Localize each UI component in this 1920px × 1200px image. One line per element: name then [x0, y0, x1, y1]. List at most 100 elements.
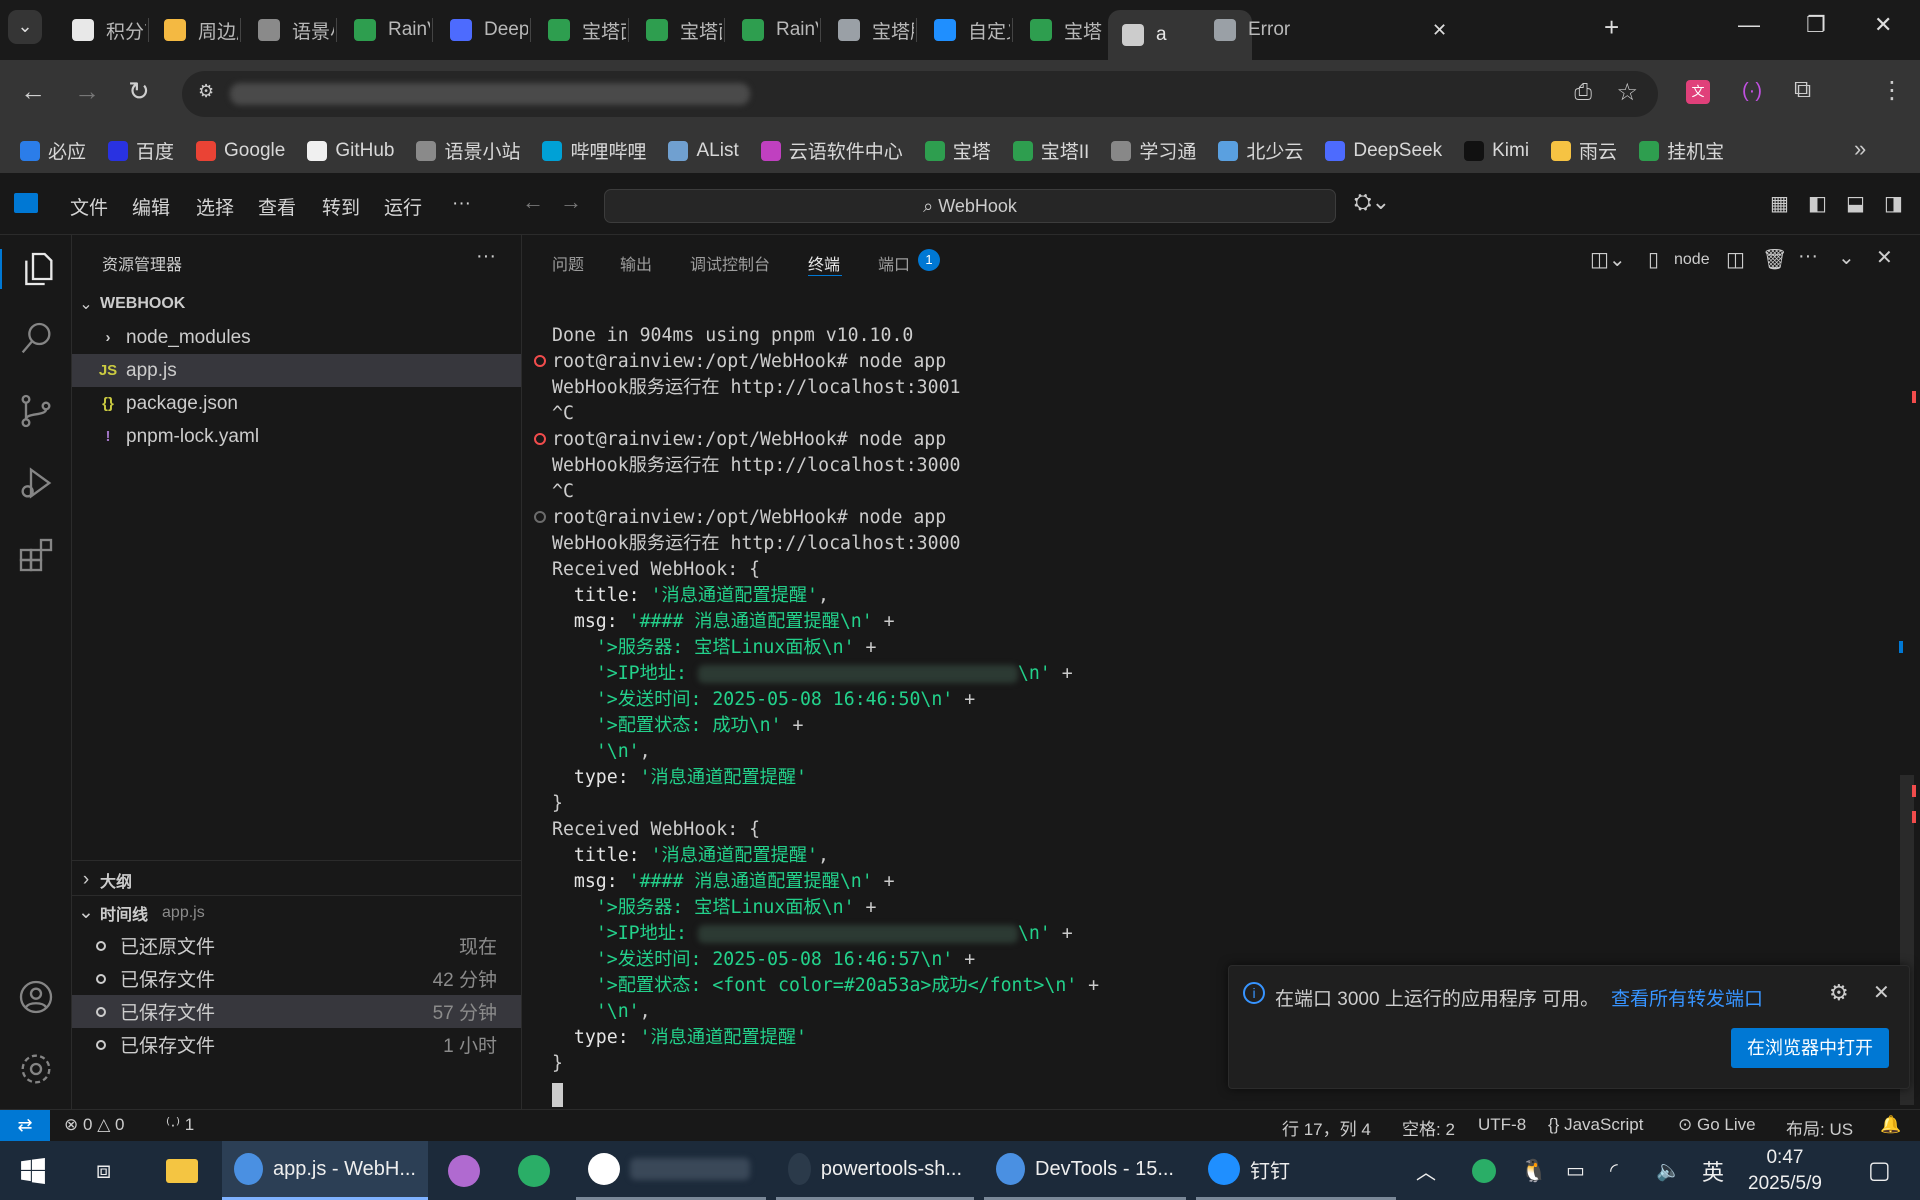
browser-tab[interactable]: #9aa0a6 Error [1200, 10, 1296, 50]
new-terminal-split-icon[interactable]: ◫⌄ [1590, 247, 1626, 272]
browser-tab[interactable]: #1f8fff 自定义 [920, 10, 1010, 50]
new-tab-button[interactable]: + [1604, 12, 1619, 43]
menu-item[interactable]: 编辑 [132, 193, 170, 220]
browser-tab[interactable]: #e8e8e8 积分商 [58, 10, 146, 50]
toggle-panel-icon[interactable]: ⬓ [1846, 191, 1865, 216]
account-icon[interactable] [16, 977, 56, 1017]
explorer-icon[interactable] [0, 249, 72, 289]
outline-section[interactable]: › 大纲 [72, 863, 521, 896]
taskbar-app[interactable] [506, 1141, 568, 1200]
keyboard-layout[interactable]: 布局: US [1786, 1115, 1853, 1140]
bookmark-item[interactable]: 云语软件中心 [760, 137, 903, 164]
menu-item[interactable]: 转到 [322, 193, 360, 220]
taskbar-app[interactable] [576, 1141, 766, 1200]
back-icon[interactable]: ← [20, 76, 46, 107]
menu-item[interactable]: ··· [452, 193, 471, 215]
tab-search-button[interactable]: ⌄ [8, 10, 42, 44]
encoding[interactable]: UTF-8 [1478, 1115, 1526, 1135]
cursor-position[interactable]: 行 17，列 4 [1282, 1115, 1371, 1140]
extension-icon[interactable]: (·) [1742, 80, 1762, 103]
wechat-tray-icon[interactable] [1460, 1141, 1508, 1200]
timeline-item[interactable]: 已保存文件 57 分钟 [72, 995, 521, 1028]
bookmark-item[interactable]: 必应 [20, 137, 86, 164]
timeline-item[interactable]: 已保存文件 1 小时 [72, 1028, 521, 1061]
file-tree-item[interactable]: JS app.js [72, 354, 521, 387]
file-tree-item[interactable]: ! pnpm-lock.yaml [72, 420, 521, 453]
menu-item[interactable]: 运行 [384, 193, 422, 220]
file-explorer-icon[interactable] [154, 1141, 210, 1200]
source-control-icon[interactable] [16, 391, 56, 431]
notification-settings-icon[interactable]: ⚙ [1829, 980, 1849, 1006]
browser-tab[interactable]: #2e9e4f RainV [728, 10, 818, 50]
file-tree-item[interactable]: {} package.json [72, 387, 521, 420]
battery-icon[interactable]: ▭ [1554, 1141, 1597, 1200]
more-bookmarks-icon[interactable]: » [1854, 136, 1866, 162]
bookmark-star-icon[interactable]: ☆ [1616, 78, 1638, 107]
menu-item[interactable]: 文件 [70, 193, 108, 220]
panel-tab[interactable]: 端口 [878, 251, 910, 275]
minimize-icon[interactable]: — [1738, 12, 1760, 38]
site-info-icon[interactable]: ⚙ [198, 81, 214, 102]
extensions-puzzle-icon[interactable]: ⧉ [1794, 76, 1811, 104]
bookmark-item[interactable]: Google [196, 140, 285, 162]
menu-item[interactable]: 选择 [196, 193, 234, 220]
bookmark-item[interactable]: 百度 [108, 137, 174, 164]
timeline-item[interactable]: 已还原文件 现在 [72, 929, 521, 962]
taskbar-app[interactable]: DevTools - 15... [984, 1141, 1186, 1200]
indentation[interactable]: 空格: 2 [1402, 1115, 1455, 1140]
taskbar-app[interactable]: app.js - WebH... [222, 1141, 428, 1200]
view-forwarded-ports-link[interactable]: 查看所有转发端口 [1611, 984, 1763, 1011]
show-hidden-icons[interactable]: ︿ [1404, 1141, 1448, 1200]
wifi-icon[interactable]: ◜ [1598, 1141, 1630, 1200]
command-idle-icon[interactable] [534, 511, 546, 523]
panel-tab[interactable]: 调试控制台 [690, 251, 770, 275]
install-app-icon[interactable]: ⎙ [1574, 79, 1592, 105]
clock[interactable]: 0:47 2025/5/9 [1736, 1141, 1834, 1200]
more-actions-icon[interactable]: ··· [1798, 245, 1818, 268]
split-terminal-icon[interactable]: ◫ [1726, 247, 1745, 272]
browser-tab[interactable]: #9aa0a6 宝塔服 [824, 10, 914, 50]
panel-tab[interactable]: 问题 [552, 251, 584, 275]
restore-icon[interactable]: ❐ [1806, 12, 1826, 38]
task-view-icon[interactable]: ⧈ [84, 1141, 123, 1200]
toggle-secondary-sidebar-icon[interactable]: ◨ [1884, 191, 1903, 216]
menu-item[interactable]: 查看 [258, 193, 296, 220]
start-button[interactable] [8, 1141, 58, 1200]
timeline-section[interactable]: ⌄ 时间线 app.js [72, 896, 521, 929]
golive-button[interactable]: ⊙ Go Live [1678, 1115, 1756, 1135]
bookmark-item[interactable]: 挂机宝 [1639, 137, 1724, 164]
extensions-icon[interactable] [16, 535, 56, 575]
nav-back-icon[interactable]: ← [522, 189, 544, 215]
close-window-icon[interactable]: ✕ [1874, 12, 1892, 38]
menu-dots-icon[interactable]: ⋮ [1880, 76, 1904, 105]
taskbar-app[interactable]: 钉钉 [1196, 1141, 1396, 1200]
notification-center-icon[interactable]: ▢ [1856, 1141, 1903, 1200]
volume-icon[interactable]: 🔈 [1644, 1141, 1693, 1200]
tab-close-icon[interactable]: ✕ [1432, 20, 1447, 41]
panel-tab[interactable]: 输出 [620, 251, 652, 275]
customize-layout-icon[interactable]: ▦ [1770, 191, 1789, 216]
translate-icon[interactable]: 文 [1686, 80, 1710, 104]
browser-tab[interactable]: #4d6bfe Deep [436, 10, 528, 50]
kill-terminal-icon[interactable]: 🗑 [1762, 247, 1787, 272]
bookmark-item[interactable]: Kimi [1464, 140, 1529, 162]
notification-close-icon[interactable]: ✕ [1873, 980, 1890, 1005]
close-panel-icon[interactable]: ✕ [1876, 245, 1893, 270]
bookmark-item[interactable]: DeepSeek [1325, 140, 1442, 162]
bookmark-item[interactable]: 北少云 [1218, 137, 1303, 164]
address-bar[interactable]: ⚙ ⎙ ☆ [182, 71, 1658, 117]
bookmark-item[interactable]: 宝塔II [1012, 137, 1089, 164]
ime-indicator[interactable]: 英 [1690, 1141, 1736, 1200]
nav-forward-icon[interactable]: → [560, 189, 582, 215]
bookmark-item[interactable]: 哔哩哔哩 [542, 137, 646, 164]
bookmark-item[interactable]: GitHub [307, 140, 394, 162]
command-error-icon[interactable] [534, 433, 546, 445]
command-center[interactable]: ⌕ WebHook [604, 189, 1336, 223]
reload-icon[interactable]: ↻ [128, 76, 150, 107]
language-mode[interactable]: {} JavaScript [1548, 1115, 1643, 1135]
maximize-panel-icon[interactable]: ⌄ [1838, 245, 1855, 270]
command-error-icon[interactable] [534, 355, 546, 367]
bookmark-item[interactable]: 雨云 [1551, 137, 1617, 164]
settings-gear-icon[interactable] [16, 1049, 56, 1089]
bookmark-item[interactable]: 宝塔 [924, 137, 991, 164]
